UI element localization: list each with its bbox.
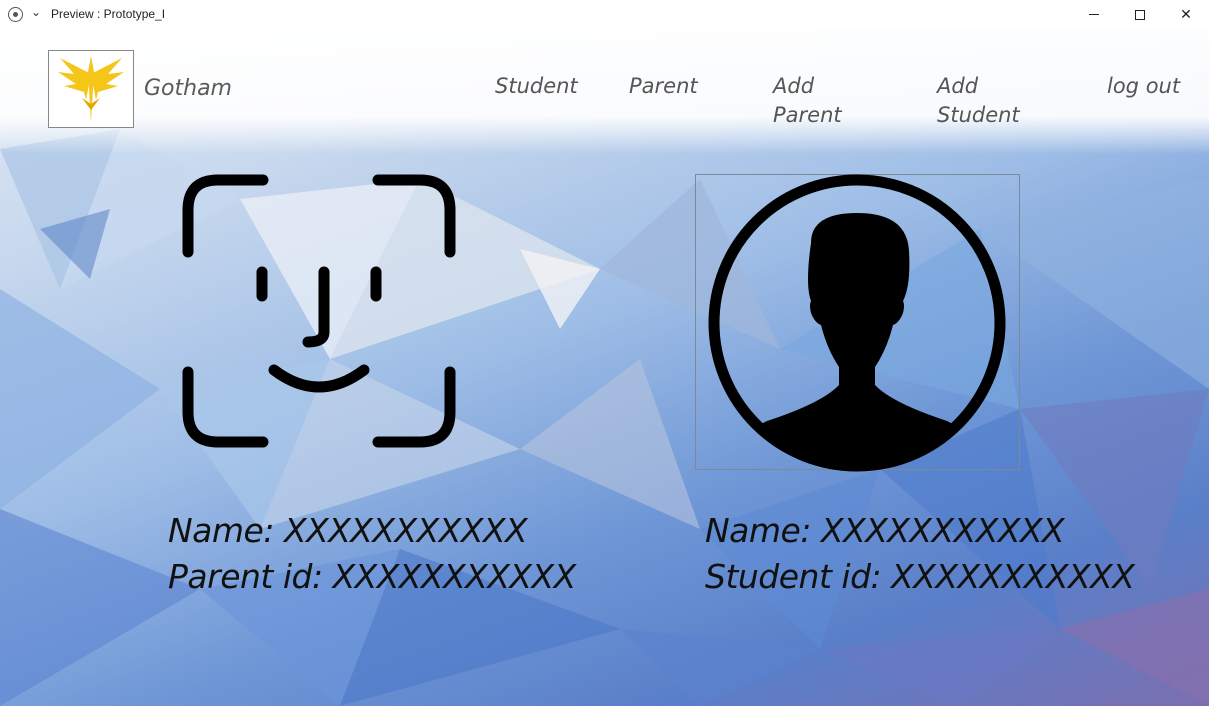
parent-id-value: XXXXXXXXXXX — [332, 557, 577, 596]
student-info: Name: XXXXXXXXXXX Student id: XXXXXXXXXX… — [705, 508, 1135, 600]
nav-add-parent[interactable]: Add Parent — [773, 72, 883, 130]
window-title-bar: ⌄ Preview : Prototype_I ✕ — [0, 0, 1209, 29]
winged-emblem-icon[interactable] — [48, 50, 134, 128]
nav-add-student-line2: Student — [937, 103, 1020, 127]
minimize-icon — [1089, 14, 1099, 15]
parent-name-label: Name: — [168, 511, 274, 550]
maximize-icon — [1135, 9, 1145, 20]
nav-parent[interactable]: Parent — [629, 72, 698, 101]
nav-parent-label: Parent — [629, 74, 698, 98]
student-name-row: Name: XXXXXXXXXXX — [705, 508, 1134, 554]
parent-name-value: XXXXXXXXXXX — [283, 511, 528, 550]
user-avatar-icon[interactable] — [707, 173, 1007, 473]
parent-name-row: Name: XXXXXXXXXXX — [168, 508, 576, 554]
nav-add-student[interactable]: Add Student — [937, 72, 1047, 130]
face-id-icon[interactable] — [178, 172, 460, 452]
nav-add-student-line1: Add — [937, 74, 979, 98]
close-icon: ✕ — [1180, 6, 1192, 23]
brand-name: Gotham — [144, 76, 232, 101]
student-id-row: Student id: XXXXXXXXXXX — [705, 554, 1135, 600]
student-id-label: Student id: — [705, 557, 882, 596]
nav-add-parent-line1: Add — [773, 74, 815, 98]
student-name-value: XXXXXXXXXXX — [820, 511, 1065, 550]
parent-id-row: Parent id: XXXXXXXXXXX — [168, 554, 576, 600]
maximize-button[interactable] — [1117, 0, 1163, 29]
nav-student[interactable]: Student — [495, 72, 578, 101]
nav-logout-label: log out — [1107, 74, 1181, 98]
parent-id-label: Parent id: — [168, 557, 323, 596]
student-id-value: XXXXXXXXXXX — [891, 557, 1135, 596]
minimize-button[interactable] — [1071, 0, 1117, 29]
nav-add-parent-line2: Parent — [773, 103, 842, 127]
chevron-down-icon[interactable]: ⌄ — [31, 5, 41, 19]
close-button[interactable]: ✕ — [1163, 0, 1209, 29]
app-icon[interactable] — [8, 7, 23, 22]
nav-logout[interactable]: log out — [1107, 72, 1180, 101]
window-title: Preview : Prototype_I — [51, 7, 166, 21]
nav-student-label: Student — [495, 74, 578, 98]
student-name-label: Name: — [705, 511, 811, 550]
parent-info: Name: XXXXXXXXXXX Parent id: XXXXXXXXXXX — [168, 508, 576, 600]
